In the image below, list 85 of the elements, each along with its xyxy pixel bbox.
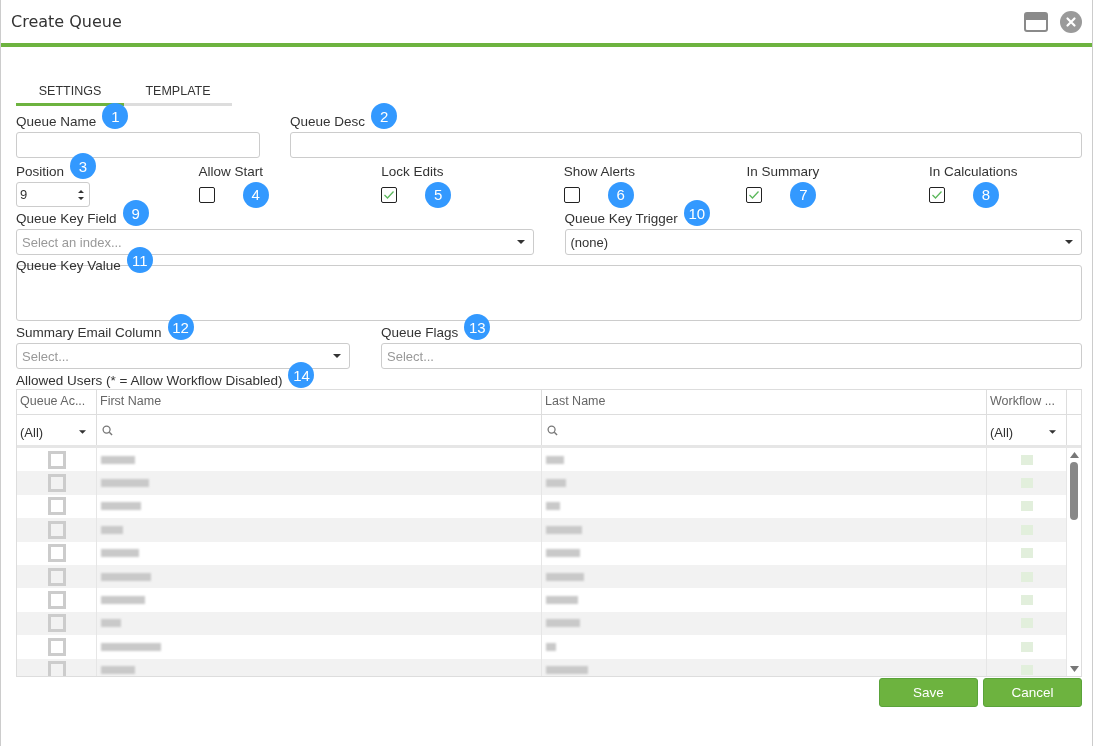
- redacted-text: [546, 596, 578, 605]
- callout-badge: 9: [122, 200, 149, 226]
- checkbox[interactable]: [928, 186, 945, 203]
- redacted-mark: [1020, 595, 1033, 606]
- column-header[interactable]: Queue Ac...: [17, 390, 97, 414]
- callout-badge: 7: [790, 181, 817, 208]
- window-title: Create Queue: [11, 12, 122, 31]
- field-label: Queue Flags: [381, 324, 459, 340]
- callout-badge: 6: [607, 181, 634, 208]
- field-label: Queue Key Value: [16, 257, 121, 273]
- redacted-text: [546, 642, 556, 651]
- tab[interactable]: TEMPLATE: [124, 80, 232, 106]
- field-label: Show Alerts: [563, 163, 636, 179]
- column-header[interactable]: First Name: [97, 390, 542, 414]
- redacted-text: [546, 549, 580, 558]
- column-header[interactable]: Workflow ...: [987, 390, 1067, 414]
- redacted-text: [101, 525, 123, 534]
- field-label: Position: [16, 163, 65, 179]
- field-label: Summary Email Column: [16, 324, 162, 340]
- redacted-text: [101, 666, 135, 675]
- filter-dropdown[interactable]: (All): [17, 420, 96, 440]
- redacted-mark: [1020, 665, 1033, 676]
- redacted-text: [546, 525, 582, 534]
- field-label: In Summary: [746, 163, 820, 179]
- field-label: Allow Start: [198, 163, 264, 179]
- dropdown[interactable]: (none): [564, 229, 1082, 255]
- callout-badge: 2: [371, 103, 398, 129]
- number-field[interactable]: 9: [16, 182, 90, 207]
- column-header[interactable]: Last Name: [542, 390, 987, 414]
- close-icon[interactable]: [1060, 10, 1082, 33]
- field-label: Queue Key Field: [16, 210, 117, 226]
- callout-badge: 12: [167, 314, 194, 340]
- field-label: Queue Key Trigger: [564, 210, 678, 226]
- callout-badge: 8: [972, 181, 999, 208]
- redacted-text: [101, 479, 149, 488]
- caret-icon: [516, 240, 525, 244]
- caret-icon: [1049, 430, 1056, 434]
- redacted-text: [101, 572, 151, 581]
- callout-badge: 13: [464, 314, 491, 340]
- field-label: Queue Desc: [290, 113, 366, 129]
- redacted-text: [546, 455, 564, 464]
- scroll-down-icon[interactable]: [1069, 666, 1079, 672]
- scroll-thumb[interactable]: [1070, 462, 1078, 520]
- redacted-mark: [1020, 641, 1033, 652]
- redacted-text: [101, 455, 135, 464]
- caret-icon: [1065, 240, 1073, 244]
- checkbox[interactable]: [746, 186, 763, 203]
- search-icon: [547, 424, 558, 436]
- redacted-text: [546, 479, 566, 488]
- text-field[interactable]: [290, 132, 1082, 158]
- redacted-text: [101, 549, 139, 558]
- callout-badge: 3: [70, 153, 97, 179]
- text-field[interactable]: [16, 132, 260, 158]
- field-label: Queue Name: [16, 113, 97, 129]
- redacted-mark: [1020, 501, 1033, 512]
- check-icon: [748, 189, 761, 200]
- callout-badge: 4: [242, 181, 269, 208]
- search-icon: [102, 424, 113, 436]
- redacted-text: [101, 619, 121, 628]
- callout-badge: 14: [288, 362, 315, 388]
- redacted-text: [101, 596, 145, 605]
- checkbox[interactable]: [563, 186, 580, 203]
- checkbox[interactable]: [198, 186, 215, 203]
- checkbox[interactable]: [381, 186, 398, 203]
- scroll-up-icon[interactable]: [1069, 452, 1079, 458]
- redacted-text: [101, 502, 141, 511]
- redacted-mark: [1020, 454, 1033, 465]
- field-label: Lock Edits: [381, 163, 444, 179]
- callout-badge: 10: [683, 200, 710, 226]
- redacted-text: [546, 572, 584, 581]
- filter-dropdown[interactable]: (All): [987, 420, 1066, 440]
- callout-badge: 1: [102, 103, 129, 129]
- redacted-text: [101, 642, 161, 651]
- check-icon: [930, 189, 943, 200]
- caret-icon: [333, 354, 341, 358]
- redacted-text: [546, 502, 560, 511]
- caret-icon: [79, 430, 86, 434]
- maximize-icon[interactable]: [1024, 11, 1048, 32]
- redacted-text: [546, 619, 580, 628]
- redacted-text: [546, 666, 588, 675]
- grid-label: Allowed Users (* = Allow Workflow Disabled): [16, 372, 283, 388]
- field-label: In Calculations: [928, 163, 1018, 179]
- check-icon: [383, 189, 396, 200]
- callout-badge: 5: [425, 181, 452, 208]
- redacted-mark: [1020, 548, 1033, 559]
